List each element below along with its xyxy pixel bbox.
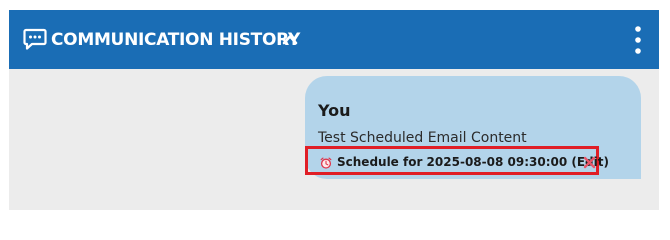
chevron-up-icon[interactable]	[282, 32, 298, 46]
chat-bubble-icon	[23, 28, 47, 50]
panel-title[interactable]: COMMUNICATION HISTORY	[51, 29, 300, 51]
message-body: Test Scheduled Email Content	[318, 130, 527, 146]
cancel-x-icon[interactable]	[583, 156, 596, 169]
alarm-clock-icon	[320, 157, 332, 169]
message-sender: You	[318, 101, 351, 120]
more-vertical-icon[interactable]	[633, 25, 643, 55]
panel-header: COMMUNICATION HISTORY	[9, 10, 659, 69]
message-bubble: You Test Scheduled Email Content Schedul…	[305, 76, 641, 179]
schedule-status: Schedule for 2025-08-08 09:30:00 (Edit)	[305, 146, 609, 175]
communication-history-panel: COMMUNICATION HISTORY You Test Scheduled…	[9, 10, 659, 210]
schedule-label[interactable]: Schedule for 2025-08-08 09:30:00 (Edit)	[337, 155, 609, 170]
